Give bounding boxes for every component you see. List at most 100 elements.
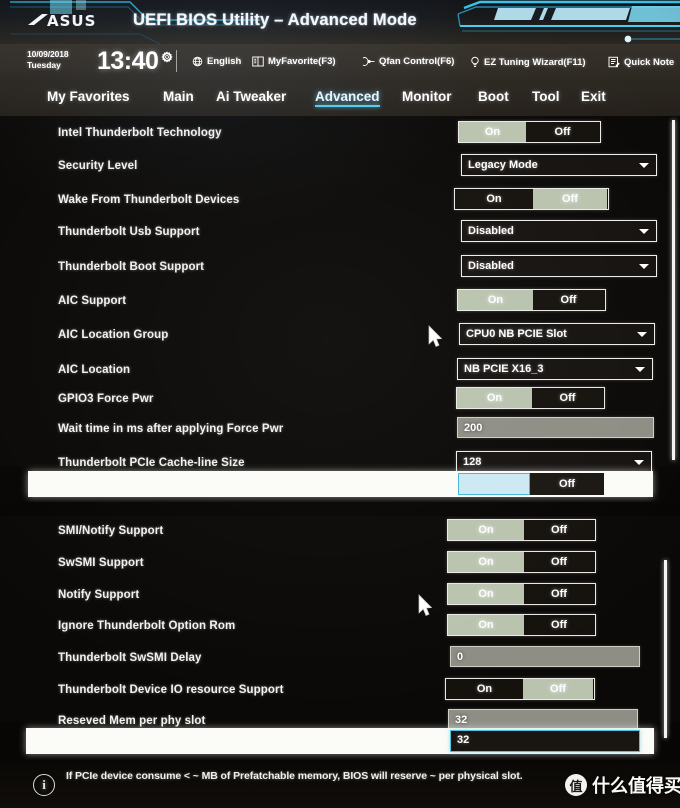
setting-label: Thunderbolt Device IO resource Support <box>58 684 284 696</box>
setting-label: Ignore Thunderbolt Option Rom <box>58 620 236 632</box>
tab-my-favorites[interactable]: My Favorites <box>47 89 130 104</box>
toggle-off-segment[interactable]: Off <box>526 122 599 142</box>
mouse-cursor-lower <box>417 594 434 623</box>
scrollbar-lower[interactable] <box>664 560 667 738</box>
toggle-swsmi-support[interactable]: On Off <box>447 551 596 573</box>
watermark: 值 什么值得买 <box>565 772 680 798</box>
dropdown-thunderbolt-usb-support[interactable]: Disabled <box>461 220 657 242</box>
toggle-off-segment[interactable]: Off <box>524 552 594 572</box>
dropdown-thunderbolt-boot-support[interactable]: Disabled <box>461 255 657 277</box>
setting-row: SMI/Notify Support On Off <box>0 516 680 550</box>
selected-setting-row-upper[interactable]: Off <box>0 471 680 503</box>
setting-label: Reseved Mem per phy slot <box>58 715 206 727</box>
input-selected-lower[interactable]: 32 <box>450 730 640 752</box>
toggle-ignore-thunderbolt-option-rom[interactable]: On Off <box>447 614 596 636</box>
toggle-on-segment[interactable]: On <box>457 388 532 408</box>
toggle-on-segment[interactable] <box>458 473 530 495</box>
toggle-on-segment[interactable]: On <box>448 615 524 635</box>
tab-tool[interactable]: Tool <box>532 89 560 104</box>
toggle-off-segment[interactable]: Off <box>532 388 603 408</box>
dropdown-security-level[interactable]: Legacy Mode <box>461 154 657 176</box>
toggle-smi-notify-support[interactable]: On Off <box>447 519 596 541</box>
toggle-off-segment[interactable]: Off <box>524 520 594 540</box>
selected-setting-row-lower[interactable]: 32 <box>0 728 680 760</box>
dropdown-value: Disabled <box>468 225 514 237</box>
toolbar-item-label: English <box>207 56 242 67</box>
title-bar: ASUS UEFI BIOS Utility – Advanced Mode <box>0 0 680 44</box>
setting-row: Ignore Thunderbolt Option Rom On Off <box>0 611 680 645</box>
toggle-on-segment[interactable]: On <box>455 189 533 209</box>
toggle-off-segment[interactable]: Off <box>523 679 593 699</box>
top-toolbar: 10/09/2018 Tuesday 13:40 English MyFavor… <box>0 44 680 84</box>
setting-row: AIC Location Group CPU0 NB PCIE Slot <box>0 320 680 354</box>
setting-label: Security Level <box>58 160 138 172</box>
dropdown-value: NB PCIE X16_3 <box>464 363 544 375</box>
toggle-thunderbolt-device-io-resource-support[interactable]: On Off <box>445 678 595 700</box>
current-time: 13:40 <box>97 47 159 75</box>
dropdown-aic-location[interactable]: NB PCIE X16_3 <box>457 358 653 380</box>
toggle-intel-thunderbolt-technology[interactable]: On Off <box>458 121 601 143</box>
input-value: 32 <box>455 714 468 726</box>
setting-row: Thunderbolt SwSMI Delay 0 <box>0 643 680 677</box>
toggle-gpio3-force-pwr[interactable]: On Off <box>456 387 605 409</box>
chevron-down-icon <box>639 229 649 234</box>
toggle-selected-upper[interactable]: Off <box>458 473 604 495</box>
tab-main[interactable]: Main <box>163 89 194 104</box>
input-wait-time-force-pwr[interactable]: 200 <box>457 417 654 438</box>
tab-exit[interactable]: Exit <box>581 89 606 104</box>
toggle-on-segment[interactable]: On <box>448 552 524 572</box>
dropdown-thunderbolt-pcie-cache-line-size[interactable]: 128 <box>456 451 652 473</box>
dropdown-value: 128 <box>463 456 482 468</box>
globe-icon <box>192 56 203 67</box>
toggle-on-segment[interactable]: On <box>448 520 524 540</box>
toolbar-item-language[interactable]: English <box>192 56 241 67</box>
setting-row: Thunderbolt Device IO resource Support O… <box>0 675 680 709</box>
tab-ai-tweaker[interactable]: Ai Tweaker <box>216 89 286 104</box>
input-reseved-mem-per-phy-slot[interactable]: 32 <box>448 709 638 730</box>
toggle-on-segment[interactable]: On <box>448 584 524 604</box>
setting-row: AIC Support On Off <box>0 286 680 320</box>
app-title: UEFI BIOS Utility – Advanced Mode <box>133 11 417 29</box>
toolbar-item-label: EZ Tuning Wizard(F11) <box>484 56 586 68</box>
toggle-off-segment[interactable]: Off <box>533 290 604 310</box>
toolbar-item-qfan-control[interactable]: Qfan Control(F6) <box>362 56 454 67</box>
tab-advanced[interactable]: Advanced <box>315 89 380 107</box>
toggle-on-segment[interactable]: On <box>446 679 523 699</box>
toggle-off-segment[interactable]: Off <box>530 473 604 495</box>
watermark-logo: 值 <box>565 774 587 796</box>
setting-label: Thunderbolt PCIe Cache-line Size <box>58 457 245 469</box>
tab-monitor[interactable]: Monitor <box>402 89 452 104</box>
toggle-off-segment[interactable]: Off <box>524 584 594 604</box>
toolbar-item-ez-tuning-wizard[interactable]: EZ Tuning Wizard(F11) <box>470 56 586 68</box>
setting-label: AIC Location Group <box>58 329 169 341</box>
toggle-off-segment[interactable]: Off <box>524 615 594 635</box>
toggle-on-segment[interactable]: On <box>459 122 526 142</box>
tab-boot[interactable]: Boot <box>478 89 509 104</box>
setting-row: Wake From Thunderbolt Devices On Off <box>0 185 680 219</box>
toggle-on-segment[interactable]: On <box>458 290 533 310</box>
toggle-wake-from-thunderbolt-devices[interactable]: On Off <box>454 188 609 210</box>
scrollbar-upper[interactable] <box>672 120 675 460</box>
toolbar-item-label: Qfan Control(F6) <box>379 56 455 67</box>
toggle-off-segment[interactable]: Off <box>533 189 607 209</box>
input-thunderbolt-swsmi-delay[interactable]: 0 <box>450 646 640 667</box>
settings-panel-upper: Intel Thunderbolt Technology On Off Secu… <box>0 116 680 473</box>
setting-label: GPIO3 Force Pwr <box>58 393 154 405</box>
gear-icon[interactable] <box>161 51 173 63</box>
toolbar-item-myfavorite[interactable]: MyFavorite(F3) <box>252 56 336 67</box>
input-value: 200 <box>464 422 483 434</box>
toolbar-divider <box>176 50 177 72</box>
toggle-notify-support[interactable]: On Off <box>447 583 596 605</box>
dropdown-value: Legacy Mode <box>468 159 538 171</box>
toolbar-item-quick-note[interactable]: Quick Note <box>608 56 674 68</box>
setting-row: Security Level Legacy Mode <box>0 151 680 185</box>
toggle-aic-support[interactable]: On Off <box>457 289 606 311</box>
dropdown-aic-location-group[interactable]: CPU0 NB PCIE Slot <box>459 323 655 345</box>
setting-label: Notify Support <box>58 589 140 601</box>
watermark-text: 什么值得买 <box>592 776 680 797</box>
chevron-down-icon <box>639 264 649 269</box>
setting-row: Thunderbolt Usb Support Disabled <box>0 217 680 251</box>
nav-tabs: My Favorites Main Ai Tweaker Advanced Mo… <box>0 84 680 116</box>
footer-help-text: If PCIe device consume < ~ MB of Prefatc… <box>66 770 523 782</box>
svg-text:ASUS: ASUS <box>47 12 96 30</box>
